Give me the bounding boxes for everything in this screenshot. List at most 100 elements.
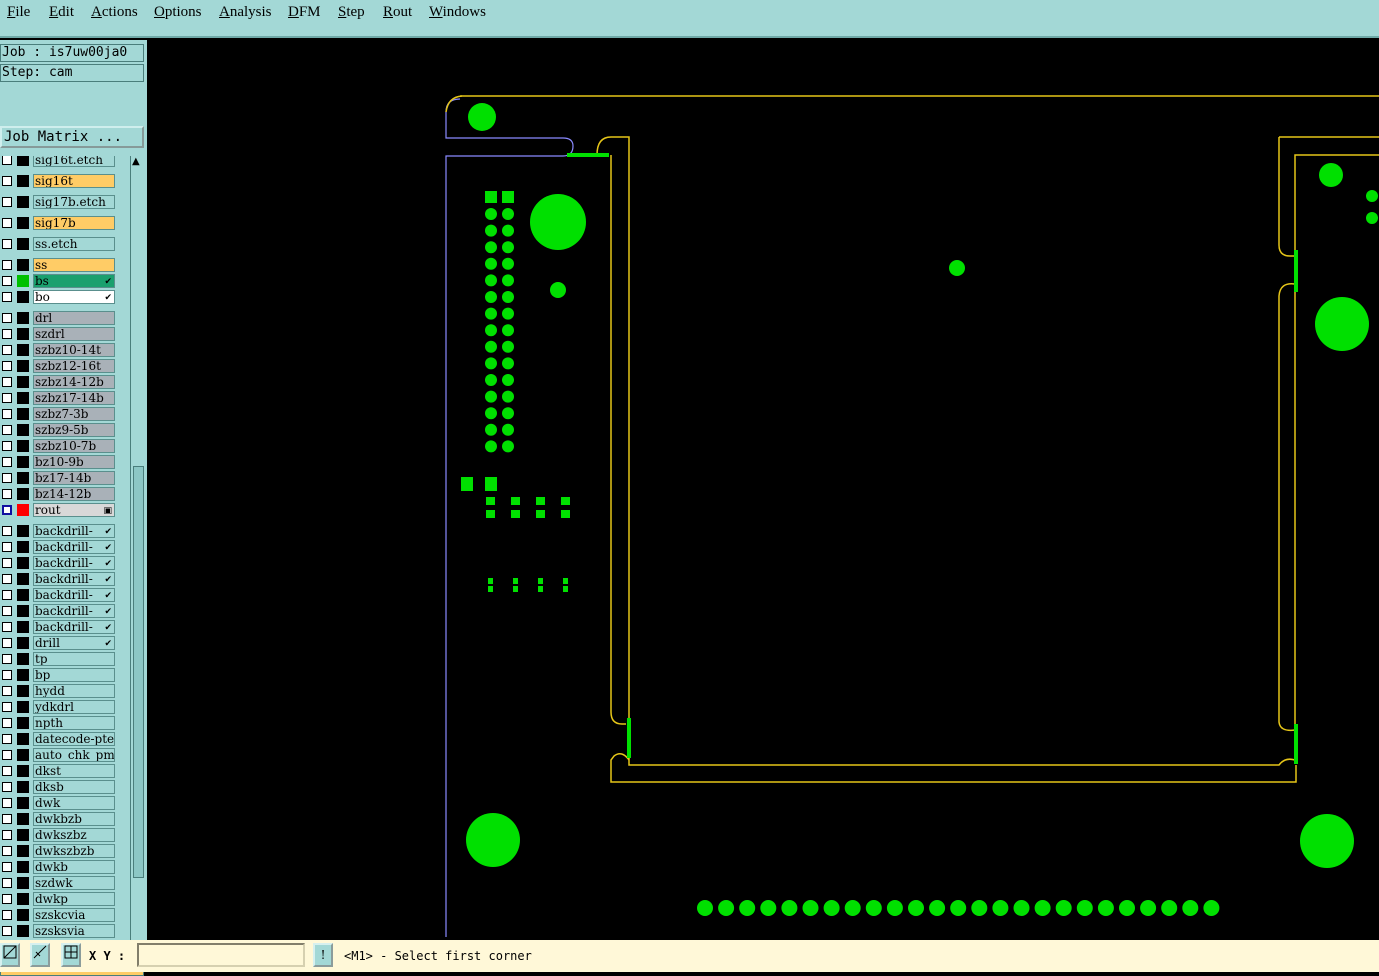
layer-name[interactable]: rout ▣ [33, 503, 115, 517]
layer-row[interactable]: drl [0, 310, 118, 326]
layer-checkbox[interactable] [2, 798, 12, 808]
info-button[interactable]: ! [313, 943, 333, 967]
layer-row[interactable]: dwkb [0, 859, 118, 875]
layer-name[interactable]: szsksvia [33, 924, 115, 938]
layer-color-swatch[interactable] [17, 781, 29, 793]
menu-windows[interactable]: Windows [429, 4, 486, 21]
layer-name[interactable]: sig17b.etch [33, 195, 115, 209]
layer-color-swatch[interactable] [17, 813, 29, 825]
layer-color-swatch[interactable] [17, 749, 29, 761]
layer-name[interactable]: szbz17-14b [33, 391, 115, 405]
layer-checkbox[interactable] [2, 218, 12, 228]
layer-row[interactable]: dwkp [0, 891, 118, 907]
layer-color-swatch[interactable] [17, 456, 29, 468]
layer-checkbox[interactable] [2, 846, 12, 856]
layer-checkbox[interactable] [2, 361, 12, 371]
layer-color-swatch[interactable] [17, 717, 29, 729]
scrollbar-thumb[interactable] [133, 466, 144, 878]
layer-checkbox[interactable] [2, 197, 12, 207]
layer-checkbox[interactable] [2, 176, 12, 186]
layer-row[interactable]: npth [0, 715, 118, 731]
layer-checkbox[interactable] [2, 638, 12, 648]
layer-checkbox[interactable] [2, 702, 12, 712]
grid-button[interactable] [61, 943, 81, 967]
layer-row[interactable]: backdrill- ✔ [0, 587, 118, 603]
layer-row[interactable]: bz17-14b [0, 470, 118, 486]
layer-checkbox[interactable] [2, 670, 12, 680]
layer-name[interactable]: dwkbzb [33, 812, 115, 826]
layer-row[interactable]: rout ▣ [0, 502, 118, 518]
layer-checkbox[interactable] [2, 830, 12, 840]
layer-name[interactable]: dksb [33, 780, 115, 794]
layer-color-swatch[interactable] [17, 504, 29, 516]
layer-row[interactable]: bo ✔ [0, 289, 118, 305]
layer-color-swatch[interactable] [17, 845, 29, 857]
layer-name[interactable]: backdrill- ✔ [33, 620, 115, 634]
layer-row[interactable]: szbz10-14t [0, 342, 118, 358]
snap-mode-button[interactable] [0, 943, 20, 967]
layer-row[interactable]: backdrill- ✔ [0, 603, 118, 619]
layer-name[interactable]: dwk [33, 796, 115, 810]
layer-row[interactable]: backdrill- ✔ [0, 523, 118, 539]
layer-color-swatch[interactable] [17, 637, 29, 649]
layer-color-swatch[interactable] [17, 909, 29, 921]
menu-edit[interactable]: Edit [49, 4, 74, 21]
menu-rout[interactable]: Rout [383, 4, 412, 21]
layer-color-swatch[interactable] [17, 291, 29, 303]
layer-color-swatch[interactable] [17, 472, 29, 484]
layer-name[interactable]: dwkszbzb [33, 844, 115, 858]
layer-name[interactable]: ydkdrl [33, 700, 115, 714]
layer-checkbox[interactable] [2, 926, 12, 936]
layer-name[interactable]: dwkszbz [33, 828, 115, 842]
layer-row[interactable]: sig16t [0, 173, 118, 189]
layer-name[interactable]: dwkp [33, 892, 115, 906]
layer-row[interactable]: backdrill- ✔ [0, 539, 118, 555]
layer-row[interactable]: dwkbzb [0, 811, 118, 827]
measure-button[interactable] [30, 943, 50, 967]
layer-row[interactable]: backdrill- ✔ [0, 571, 118, 587]
layer-name[interactable]: dkst [33, 764, 115, 778]
layer-name[interactable]: backdrill- ✔ [33, 572, 115, 586]
layer-name[interactable]: bz17-14b [33, 471, 115, 485]
layer-row[interactable]: dwkszbzb [0, 843, 118, 859]
layer-row[interactable]: ydkdrl [0, 699, 118, 715]
layer-name[interactable]: backdrill- ✔ [33, 604, 115, 618]
layer-list-scrollbar[interactable]: ▲ ▼ [130, 156, 145, 952]
layer-color-swatch[interactable] [17, 196, 29, 208]
layer-checkbox[interactable] [2, 313, 12, 323]
layer-color-swatch[interactable] [17, 797, 29, 809]
layer-color-swatch[interactable] [17, 589, 29, 601]
layer-name[interactable]: szbz10-14t [33, 343, 115, 357]
layer-checkbox[interactable] [2, 457, 12, 467]
layer-row[interactable]: tp [0, 651, 118, 667]
menu-options[interactable]: Options [154, 4, 202, 21]
layer-color-swatch[interactable] [17, 605, 29, 617]
layer-checkbox[interactable] [2, 766, 12, 776]
layer-name[interactable]: backdrill- ✔ [33, 588, 115, 602]
layer-checkbox[interactable] [2, 505, 12, 515]
layer-name[interactable]: szskcvia [33, 908, 115, 922]
layer-row[interactable]: sig16t.etch [0, 156, 118, 168]
layer-name[interactable]: drill ✔ [33, 636, 115, 650]
layer-name[interactable]: szbz12-16t [33, 359, 115, 373]
layer-name[interactable]: auto_chk_pm [33, 748, 115, 762]
layer-checkbox[interactable] [2, 489, 12, 499]
layer-name[interactable]: npth [33, 716, 115, 730]
layer-color-swatch[interactable] [17, 685, 29, 697]
layer-color-swatch[interactable] [17, 376, 29, 388]
layer-row[interactable]: bs ✔ [0, 273, 118, 289]
scroll-up-icon[interactable]: ▲ [132, 156, 140, 167]
layer-name[interactable]: ss [33, 258, 115, 272]
job-matrix-button[interactable]: Job Matrix ... [0, 126, 144, 148]
layer-checkbox[interactable] [2, 606, 12, 616]
layer-checkbox[interactable] [2, 239, 12, 249]
layer-checkbox[interactable] [2, 894, 12, 904]
layer-color-swatch[interactable] [17, 360, 29, 372]
layer-color-swatch[interactable] [17, 925, 29, 937]
layer-color-swatch[interactable] [17, 861, 29, 873]
layer-row[interactable]: szbz7-3b [0, 406, 118, 422]
layer-color-swatch[interactable] [17, 669, 29, 681]
layer-name[interactable]: backdrill- ✔ [33, 556, 115, 570]
layer-name[interactable]: szbz9-5b [33, 423, 115, 437]
menu-step[interactable]: Step [338, 4, 365, 21]
